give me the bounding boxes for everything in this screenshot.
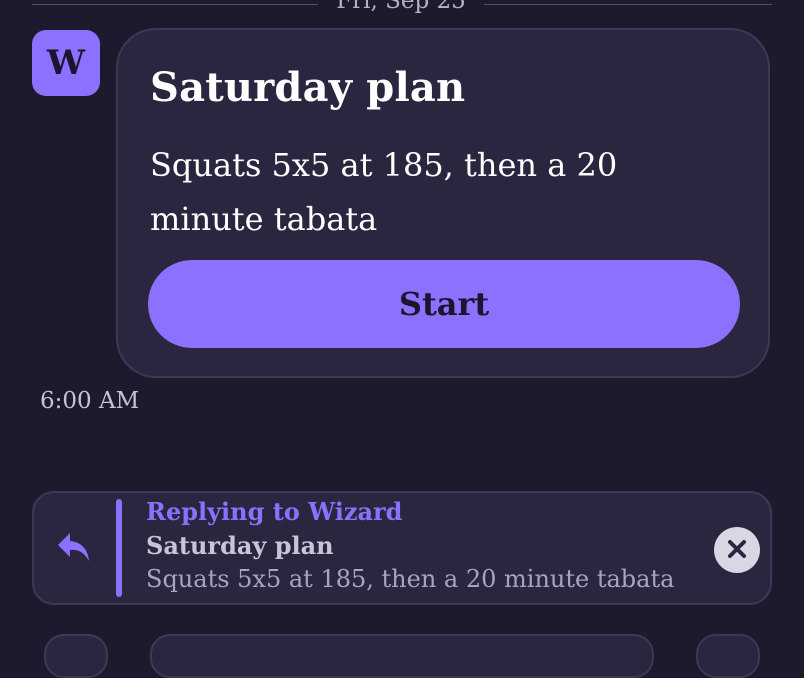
message-title: Saturday plan — [150, 64, 466, 111]
reply-heading: Replying to Wizard — [146, 497, 403, 526]
message-timestamp: 6:00 AM — [40, 388, 140, 414]
send-button[interactable] — [696, 634, 760, 678]
cancel-reply-button[interactable] — [714, 527, 760, 573]
message-card[interactable]: Saturday plan Squats 5x5 at 185, then a … — [116, 28, 770, 378]
message-input[interactable] — [150, 634, 654, 678]
date-divider-right — [484, 4, 772, 5]
date-separator: Fri, Sep 25 — [0, 0, 804, 16]
close-icon — [726, 538, 748, 563]
reply-quoted-text: Squats 5x5 at 185, then a 20 minute taba… — [146, 565, 675, 593]
reply-quoted-title: Saturday plan — [146, 531, 334, 560]
reply-preview-bar: Replying to Wizard Saturday plan Squats … — [32, 491, 772, 605]
reply-accent-bar — [116, 499, 122, 597]
sender-avatar[interactable]: W — [32, 30, 100, 96]
start-button[interactable]: Start — [148, 260, 740, 348]
reply-arrow-icon — [56, 531, 94, 565]
date-label: Fri, Sep 25 — [336, 0, 466, 14]
attachment-button[interactable] — [44, 634, 108, 678]
date-divider-left — [32, 4, 318, 5]
message-body: Squats 5x5 at 185, then a 20 minute taba… — [150, 146, 618, 238]
